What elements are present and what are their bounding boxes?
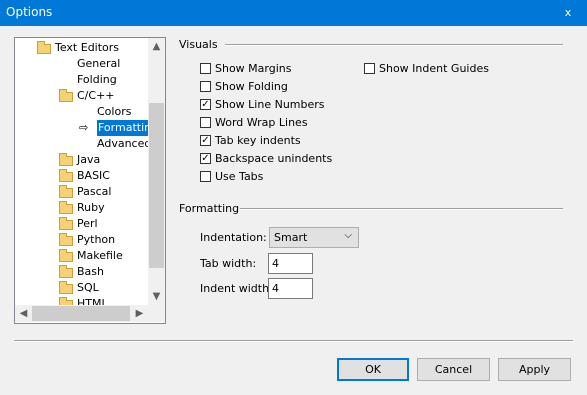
checkbox-box[interactable] [200, 171, 211, 182]
checkbox-box[interactable] [200, 63, 211, 74]
cancel-button[interactable]: Cancel [417, 358, 490, 381]
indentation-label: Indentation: [200, 231, 267, 244]
tree-item-label: C/C++ [77, 89, 115, 102]
visuals-divider [225, 44, 563, 46]
options-tree[interactable]: Text Editors General Folding C/C++ Color… [14, 37, 166, 324]
indent-width-input[interactable]: 4 [268, 278, 313, 299]
tree-vertical-scrollbar[interactable]: ▲ ▼ [148, 38, 165, 305]
scroll-thumb[interactable] [32, 306, 130, 321]
scroll-up-icon[interactable]: ▲ [148, 38, 165, 55]
folder-open-icon [37, 41, 51, 54]
tree-item-label: Perl [77, 217, 98, 230]
scroll-thumb[interactable] [149, 103, 164, 268]
folder-icon [59, 233, 73, 246]
tree-item-label: Text Editors [55, 41, 120, 54]
checkbox-label: Show Indent Guides [379, 62, 489, 75]
folder-icon [59, 201, 73, 214]
tree-item-label: Pascal [77, 185, 112, 198]
ok-button[interactable]: OK [337, 358, 409, 381]
arrow-pointer-icon: ⇨ [79, 121, 89, 134]
tree-item-label: Colors [97, 105, 132, 118]
tree-item-label: Java [77, 153, 101, 166]
tree-horizontal-scrollbar[interactable]: ◀ ▶ [15, 305, 148, 322]
folder-icon [59, 169, 73, 182]
checkbox-box[interactable] [200, 81, 211, 92]
tab-width-value: 4 [272, 257, 279, 270]
scrollbar-corner [148, 305, 165, 322]
indent-width-label: Indent width: [200, 282, 273, 295]
tab-width-label: Tab width: [200, 257, 257, 270]
folder-icon [59, 265, 73, 278]
tree-item-label: SQL [77, 281, 99, 294]
scroll-right-icon[interactable]: ▶ [131, 305, 148, 322]
close-button[interactable]: x [559, 5, 577, 21]
tree-item-label: Advanced [97, 137, 152, 150]
tree-item-label: Ruby [77, 201, 105, 214]
checkbox-label: Show Folding [215, 80, 288, 93]
tree-item-label: Python [77, 233, 116, 246]
tree-item-label: BASIC [77, 169, 110, 182]
indentation-value: Smart [274, 231, 308, 244]
tab-width-input[interactable]: 4 [268, 253, 313, 274]
checkbox-label: Word Wrap Lines [215, 116, 308, 129]
folder-icon [59, 185, 73, 198]
tree-item-label: Makefile [77, 249, 123, 262]
scroll-left-icon[interactable]: ◀ [15, 305, 32, 322]
tree-item-label: Bash [77, 265, 104, 278]
checkbox-box[interactable] [200, 117, 211, 128]
checkbox-label: Show Margins [215, 62, 292, 75]
folder-icon [59, 281, 73, 294]
formatting-heading: Formatting [179, 202, 240, 215]
visuals-heading: Visuals [179, 38, 218, 51]
checkbox-box[interactable]: ✓ [200, 153, 211, 164]
checkbox-label: Show Line Numbers [215, 98, 325, 111]
checkbox-label: Backspace unindents [215, 152, 333, 165]
checkbox-box[interactable]: ✓ [200, 99, 211, 110]
indentation-select[interactable]: Smart ⌵ [269, 227, 359, 248]
checkbox-box[interactable]: ✓ [200, 135, 211, 146]
tree-item-label: Folding [77, 73, 117, 86]
formatting-divider [240, 208, 563, 210]
checkbox-label: Use Tabs [215, 170, 264, 183]
folder-open-icon [59, 89, 73, 102]
scroll-down-icon[interactable]: ▼ [148, 288, 165, 305]
checkbox-box[interactable] [364, 63, 375, 74]
checkbox-label: Tab key indents [215, 134, 301, 147]
chevron-down-icon: ⌵ [344, 230, 352, 241]
title-bar: Options x [0, 0, 587, 26]
button-separator [14, 340, 573, 342]
indent-width-value: 4 [272, 282, 279, 295]
folder-icon [59, 153, 73, 166]
window-title: Options [6, 5, 53, 19]
folder-icon [59, 249, 73, 262]
folder-icon [59, 217, 73, 230]
tree-item-label: General [77, 57, 121, 70]
apply-button[interactable]: Apply [498, 358, 571, 381]
